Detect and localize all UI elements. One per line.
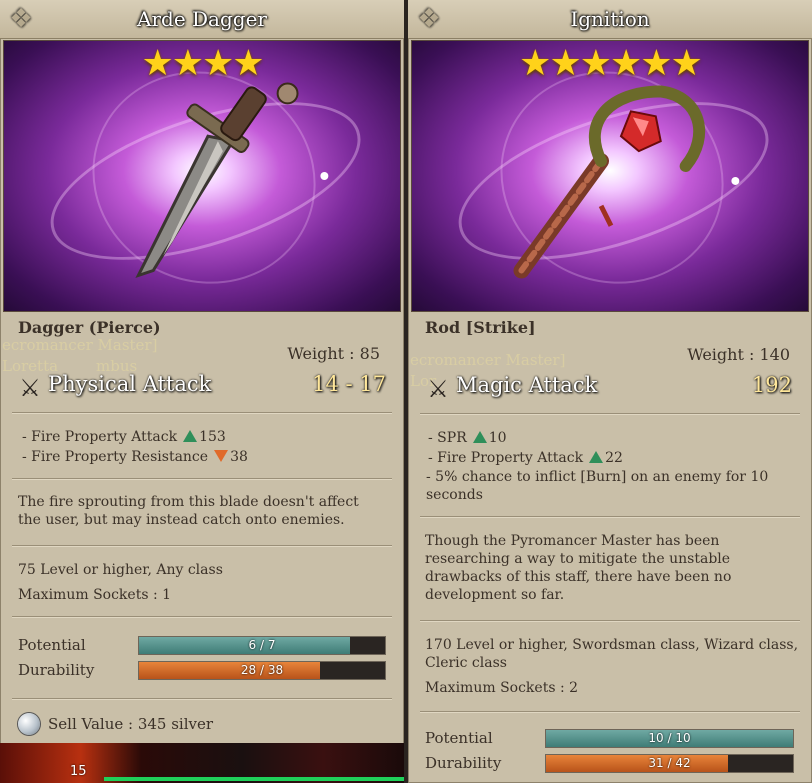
divider xyxy=(12,478,392,479)
divider xyxy=(420,620,800,621)
item-art: ★★★★★★ xyxy=(411,40,809,312)
item-tooltip-arde-dagger: ❖ Arde Dagger ★★★★ Dagger (Pierce) ecrom… xyxy=(0,0,404,783)
potential-row: Potential 10 / 10 xyxy=(425,727,794,749)
background-text: ecromancer Master] xyxy=(410,351,566,369)
level-requirement: 75 Level or higher, Any class xyxy=(18,562,223,578)
divider xyxy=(420,516,800,517)
experience-bar xyxy=(104,777,404,781)
game-hud-background: 15 xyxy=(0,743,404,783)
attack-label: Magic Attack xyxy=(456,373,598,397)
durability-bar: 28 / 38 xyxy=(138,661,386,680)
item-tooltip-ignition: ❖ Ignition ★★★★★★ Rod [Strike] ecromance… xyxy=(408,0,812,783)
divider xyxy=(12,412,392,413)
potential-bar: 6 / 7 xyxy=(138,636,386,655)
ornament-icon: ❖ xyxy=(9,4,33,34)
item-type: Dagger (Pierce) xyxy=(18,318,161,337)
property-item: - Fire Property Attack 153 xyxy=(22,429,226,445)
increase-arrow-icon xyxy=(183,430,198,442)
item-weight: Weight : 140 xyxy=(687,345,790,364)
property-item: - 5% chance to inflict [Burn] on an enem… xyxy=(426,469,769,503)
item-art: ★★★★ xyxy=(3,40,401,312)
item-title-bar: ❖ Arde Dagger xyxy=(0,0,404,39)
item-weight: Weight : 85 xyxy=(287,344,380,363)
max-sockets: Maximum Sockets : 1 xyxy=(18,587,172,603)
item-description: Though the Pyromancer Master has been re… xyxy=(425,533,732,603)
rarity-stars: ★★★★ xyxy=(141,43,264,84)
decrease-arrow-icon xyxy=(214,450,229,462)
durability-label: Durability xyxy=(425,754,502,772)
rarity-stars: ★★★★★★ xyxy=(519,43,703,84)
property-item: - Fire Property Attack 22 xyxy=(428,450,623,466)
durability-value: 31 / 42 xyxy=(648,756,691,770)
max-sockets: Maximum Sockets : 2 xyxy=(425,680,579,696)
durability-row: Durability 31 / 42 xyxy=(425,752,794,774)
durability-label: Durability xyxy=(18,661,95,679)
property-list: - SPR 10 - Fire Property Attack 22 - 5% ch… xyxy=(426,428,796,504)
ornament-icon: ❖ xyxy=(417,4,441,34)
divider xyxy=(420,711,800,712)
increase-arrow-icon xyxy=(589,451,604,463)
potential-label: Potential xyxy=(18,636,86,654)
sell-value: Sell Value : 345 silver xyxy=(48,715,214,733)
item-title: Ignition xyxy=(570,7,650,31)
durability-row: Durability 28 / 38 xyxy=(18,659,386,681)
item-title-bar: ❖ Ignition xyxy=(408,0,812,39)
divider xyxy=(420,413,800,414)
property-list: - Fire Property Attack 153 - Fire Propert… xyxy=(22,427,388,467)
potential-value: 6 / 7 xyxy=(248,638,276,652)
background-text: ecromancer Master] xyxy=(2,336,158,354)
divider xyxy=(12,698,392,699)
attack-row: ⚔ Magic Attack 192 xyxy=(424,373,792,405)
crossed-swords-icon: ⚔ xyxy=(19,374,41,402)
character-level: 15 xyxy=(70,764,87,779)
silver-coin-icon xyxy=(18,713,40,735)
attack-row: ⚔ Physical Attack 14 - 17 xyxy=(16,372,386,404)
crossed-swords-icon: ⚔ xyxy=(427,375,449,403)
item-description: The fire sprouting from this blade doesn… xyxy=(18,494,359,528)
divider xyxy=(12,545,392,546)
potential-row: Potential 6 / 7 xyxy=(18,634,386,656)
attack-value: 14 - 17 xyxy=(312,372,386,396)
increase-arrow-icon xyxy=(472,431,487,443)
item-type: Rod [Strike] xyxy=(425,318,536,337)
attack-value: 192 xyxy=(751,373,792,397)
durability-bar: 31 / 42 xyxy=(545,754,794,773)
property-item: - SPR 10 xyxy=(428,430,507,446)
attack-label: Physical Attack xyxy=(48,372,212,396)
potential-label: Potential xyxy=(425,729,493,747)
level-requirement: 170 Level or higher, Swordsman class, Wi… xyxy=(425,637,799,671)
property-item: - Fire Property Resistance 38 xyxy=(22,449,248,465)
potential-bar: 10 / 10 xyxy=(545,729,794,748)
item-title: Arde Dagger xyxy=(137,7,267,31)
durability-value: 28 / 38 xyxy=(240,663,284,677)
divider xyxy=(12,616,392,617)
potential-value: 10 / 10 xyxy=(648,731,691,745)
